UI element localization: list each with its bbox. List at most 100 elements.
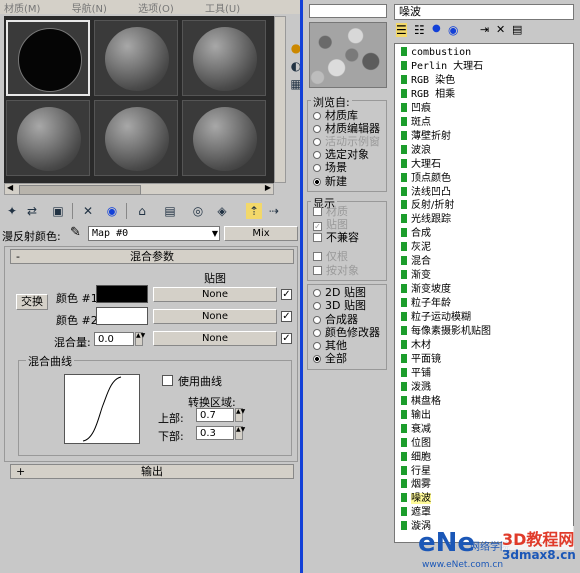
sample-slot-2[interactable]	[94, 20, 178, 96]
map-list-item[interactable]: RGB 相乘	[401, 88, 455, 101]
map-list-item[interactable]: 平面镜	[401, 353, 441, 366]
map-list-item[interactable]: RGB 染色	[401, 74, 455, 87]
filter-radio-other[interactable]: 其他	[313, 340, 347, 352]
view-list-icons-icon[interactable]: ☷	[414, 23, 425, 37]
menu-utilities[interactable]: 工具(U)	[205, 4, 240, 14]
filter-radio-compositors[interactable]: 合成器	[313, 314, 358, 326]
dropdown-arrow-icon[interactable]: ▼	[212, 227, 218, 240]
map-list-item[interactable]: 噪波	[401, 493, 431, 505]
map-list-item[interactable]: 薄壁折射	[401, 130, 451, 143]
map-list-item[interactable]: combustion	[401, 47, 471, 59]
browse-radio-active-slot[interactable]: 活动示例窗	[313, 136, 380, 148]
scroll-right-icon[interactable]: ▶	[265, 183, 271, 192]
map-list-item[interactable]: 烟雾	[401, 479, 431, 491]
scroll-left-icon[interactable]: ◀	[7, 183, 13, 192]
map-list-item[interactable]: 渐变	[401, 270, 431, 282]
upper-spinner[interactable]: ▲▼	[235, 408, 245, 422]
browse-radio-new[interactable]: 新建	[313, 176, 347, 188]
lower-spinner[interactable]: ▲▼	[235, 426, 245, 440]
sample-slot-3[interactable]	[182, 20, 266, 96]
map-list-item[interactable]: 遮罩	[401, 507, 431, 519]
lower-input[interactable]: 0.3	[196, 426, 234, 440]
map-list-item[interactable]: 法线凹凸	[401, 186, 451, 199]
map-list-item[interactable]: 灰泥	[401, 242, 431, 254]
color2-swatch[interactable]	[96, 307, 148, 325]
root-only-checkbox[interactable]: 仅根	[313, 251, 348, 263]
filter-radio-3d[interactable]: 3D 贴图	[313, 300, 366, 312]
sample-slot-6[interactable]	[182, 100, 266, 176]
show-materials-checkbox[interactable]: 材质	[313, 206, 348, 218]
browse-radio-scene[interactable]: 场景	[313, 162, 347, 174]
map-list-item[interactable]: 行星	[401, 465, 431, 478]
use-curve-checkbox[interactable]	[162, 375, 173, 386]
map-list-item[interactable]: 每像素摄影机贴图	[401, 326, 491, 338]
map-list-item[interactable]: 泼溅	[401, 381, 431, 394]
search-input[interactable]	[309, 4, 387, 18]
menu-options[interactable]: 选项(O)	[138, 4, 174, 14]
show-maps-checkbox[interactable]: ✓ 贴图	[313, 219, 348, 231]
update-scene-icon[interactable]: ⇥	[480, 23, 489, 36]
map-list-item[interactable]: 木材	[401, 339, 431, 352]
reset-map-icon[interactable]: ✕	[80, 203, 96, 219]
material-effects-icon[interactable]: ▤	[162, 203, 178, 219]
get-material-icon[interactable]: ✦	[4, 203, 20, 219]
view-small-icons-icon[interactable]: ●	[432, 23, 441, 34]
map-list-item[interactable]: 粒子运动模糊	[401, 312, 471, 324]
map-name-field[interactable]: Map #0 ▼	[88, 226, 220, 241]
map-list-item[interactable]: 衰减	[401, 423, 431, 436]
browse-radio-library[interactable]: 材质库	[313, 110, 358, 122]
mix-amount-map-checkbox[interactable]: ✓	[281, 333, 292, 344]
map-list-item[interactable]: 渐变坡度	[401, 284, 451, 296]
sample-slot-5[interactable]	[94, 100, 178, 176]
show-incompatible-checkbox[interactable]: 不兼容	[313, 232, 359, 244]
scroll-thumb[interactable]	[19, 185, 141, 195]
show-map-icon[interactable]: ◎	[190, 203, 206, 219]
mix-amount-input[interactable]: 0.0	[94, 332, 134, 346]
go-forward-sibling-icon[interactable]: ⇢	[266, 203, 282, 219]
filter-radio-color-modifiers[interactable]: 颜色修改器	[313, 327, 380, 339]
map-type-button[interactable]: Mix	[224, 226, 298, 241]
map-list-item[interactable]: 光线跟踪	[401, 214, 451, 226]
map-list-item[interactable]: 波浪	[401, 144, 431, 157]
color1-swatch[interactable]	[96, 285, 148, 303]
mix-amount-map-button[interactable]: None	[153, 331, 277, 346]
menu-navigation[interactable]: 导航(N)	[72, 4, 107, 14]
sample-slot-1[interactable]	[6, 20, 90, 96]
upper-input[interactable]: 0.7	[196, 408, 234, 422]
map-list-item[interactable]: 顶点颜色	[401, 172, 451, 185]
color1-map-checkbox[interactable]: ✓	[281, 289, 292, 300]
put-to-scene-icon[interactable]: ⇄	[24, 203, 40, 219]
slots-horizontal-scrollbar[interactable]: ◀ ▶	[4, 183, 274, 195]
map-list-item[interactable]: 细胞	[401, 451, 431, 464]
browse-radio-material-editor[interactable]: 材质编辑器	[313, 123, 380, 135]
filter-radio-all[interactable]: 全部	[313, 353, 347, 365]
by-object-checkbox[interactable]: 按对象	[313, 265, 359, 277]
view-list-icon[interactable]: ☰	[396, 23, 407, 37]
mix-params-rollout[interactable]: - 混合参数	[10, 249, 294, 264]
clear-library-icon[interactable]: ▤	[512, 23, 522, 36]
put-to-library-icon[interactable]: ⌂	[134, 203, 150, 219]
slots-vertical-scrollbar[interactable]	[274, 16, 286, 183]
map-list-item[interactable]: Perlin 大理石	[401, 60, 483, 73]
sample-slot-4[interactable]	[6, 100, 90, 176]
view-large-icons-icon[interactable]: ◉	[448, 23, 458, 37]
menu-material[interactable]: 材质(M)	[4, 4, 40, 14]
filter-radio-2d[interactable]: 2D 贴图	[313, 287, 366, 299]
make-unique-icon[interactable]: ◉	[104, 203, 120, 219]
map-type-list[interactable]: combustion Perlin 大理石 RGB 染色 RGB 相乘 凹痕 斑点 薄壁折射…	[394, 43, 574, 543]
map-list-item[interactable]: 大理石	[401, 158, 441, 171]
map-list-item[interactable]: 混合	[401, 256, 431, 268]
color1-map-button[interactable]: None	[153, 287, 277, 302]
swap-button[interactable]: 交换	[16, 294, 48, 310]
map-list-item[interactable]: 粒子年龄	[401, 298, 451, 310]
color2-map-checkbox[interactable]: ✓	[281, 311, 292, 322]
output-rollout[interactable]: + 输出	[10, 464, 294, 479]
assign-material-icon[interactable]: ▣	[50, 203, 66, 219]
show-end-result-icon[interactable]: ◈	[214, 203, 230, 219]
map-list-item[interactable]: 棋盘格	[401, 395, 441, 408]
map-list-item[interactable]: 平铺	[401, 367, 431, 380]
mix-amount-spinner[interactable]: ▲▼	[135, 332, 145, 346]
map-list-item[interactable]: 位图	[401, 437, 431, 450]
delete-from-library-icon[interactable]: ✕	[496, 23, 505, 36]
pick-from-object-icon[interactable]: ✎	[70, 225, 81, 240]
